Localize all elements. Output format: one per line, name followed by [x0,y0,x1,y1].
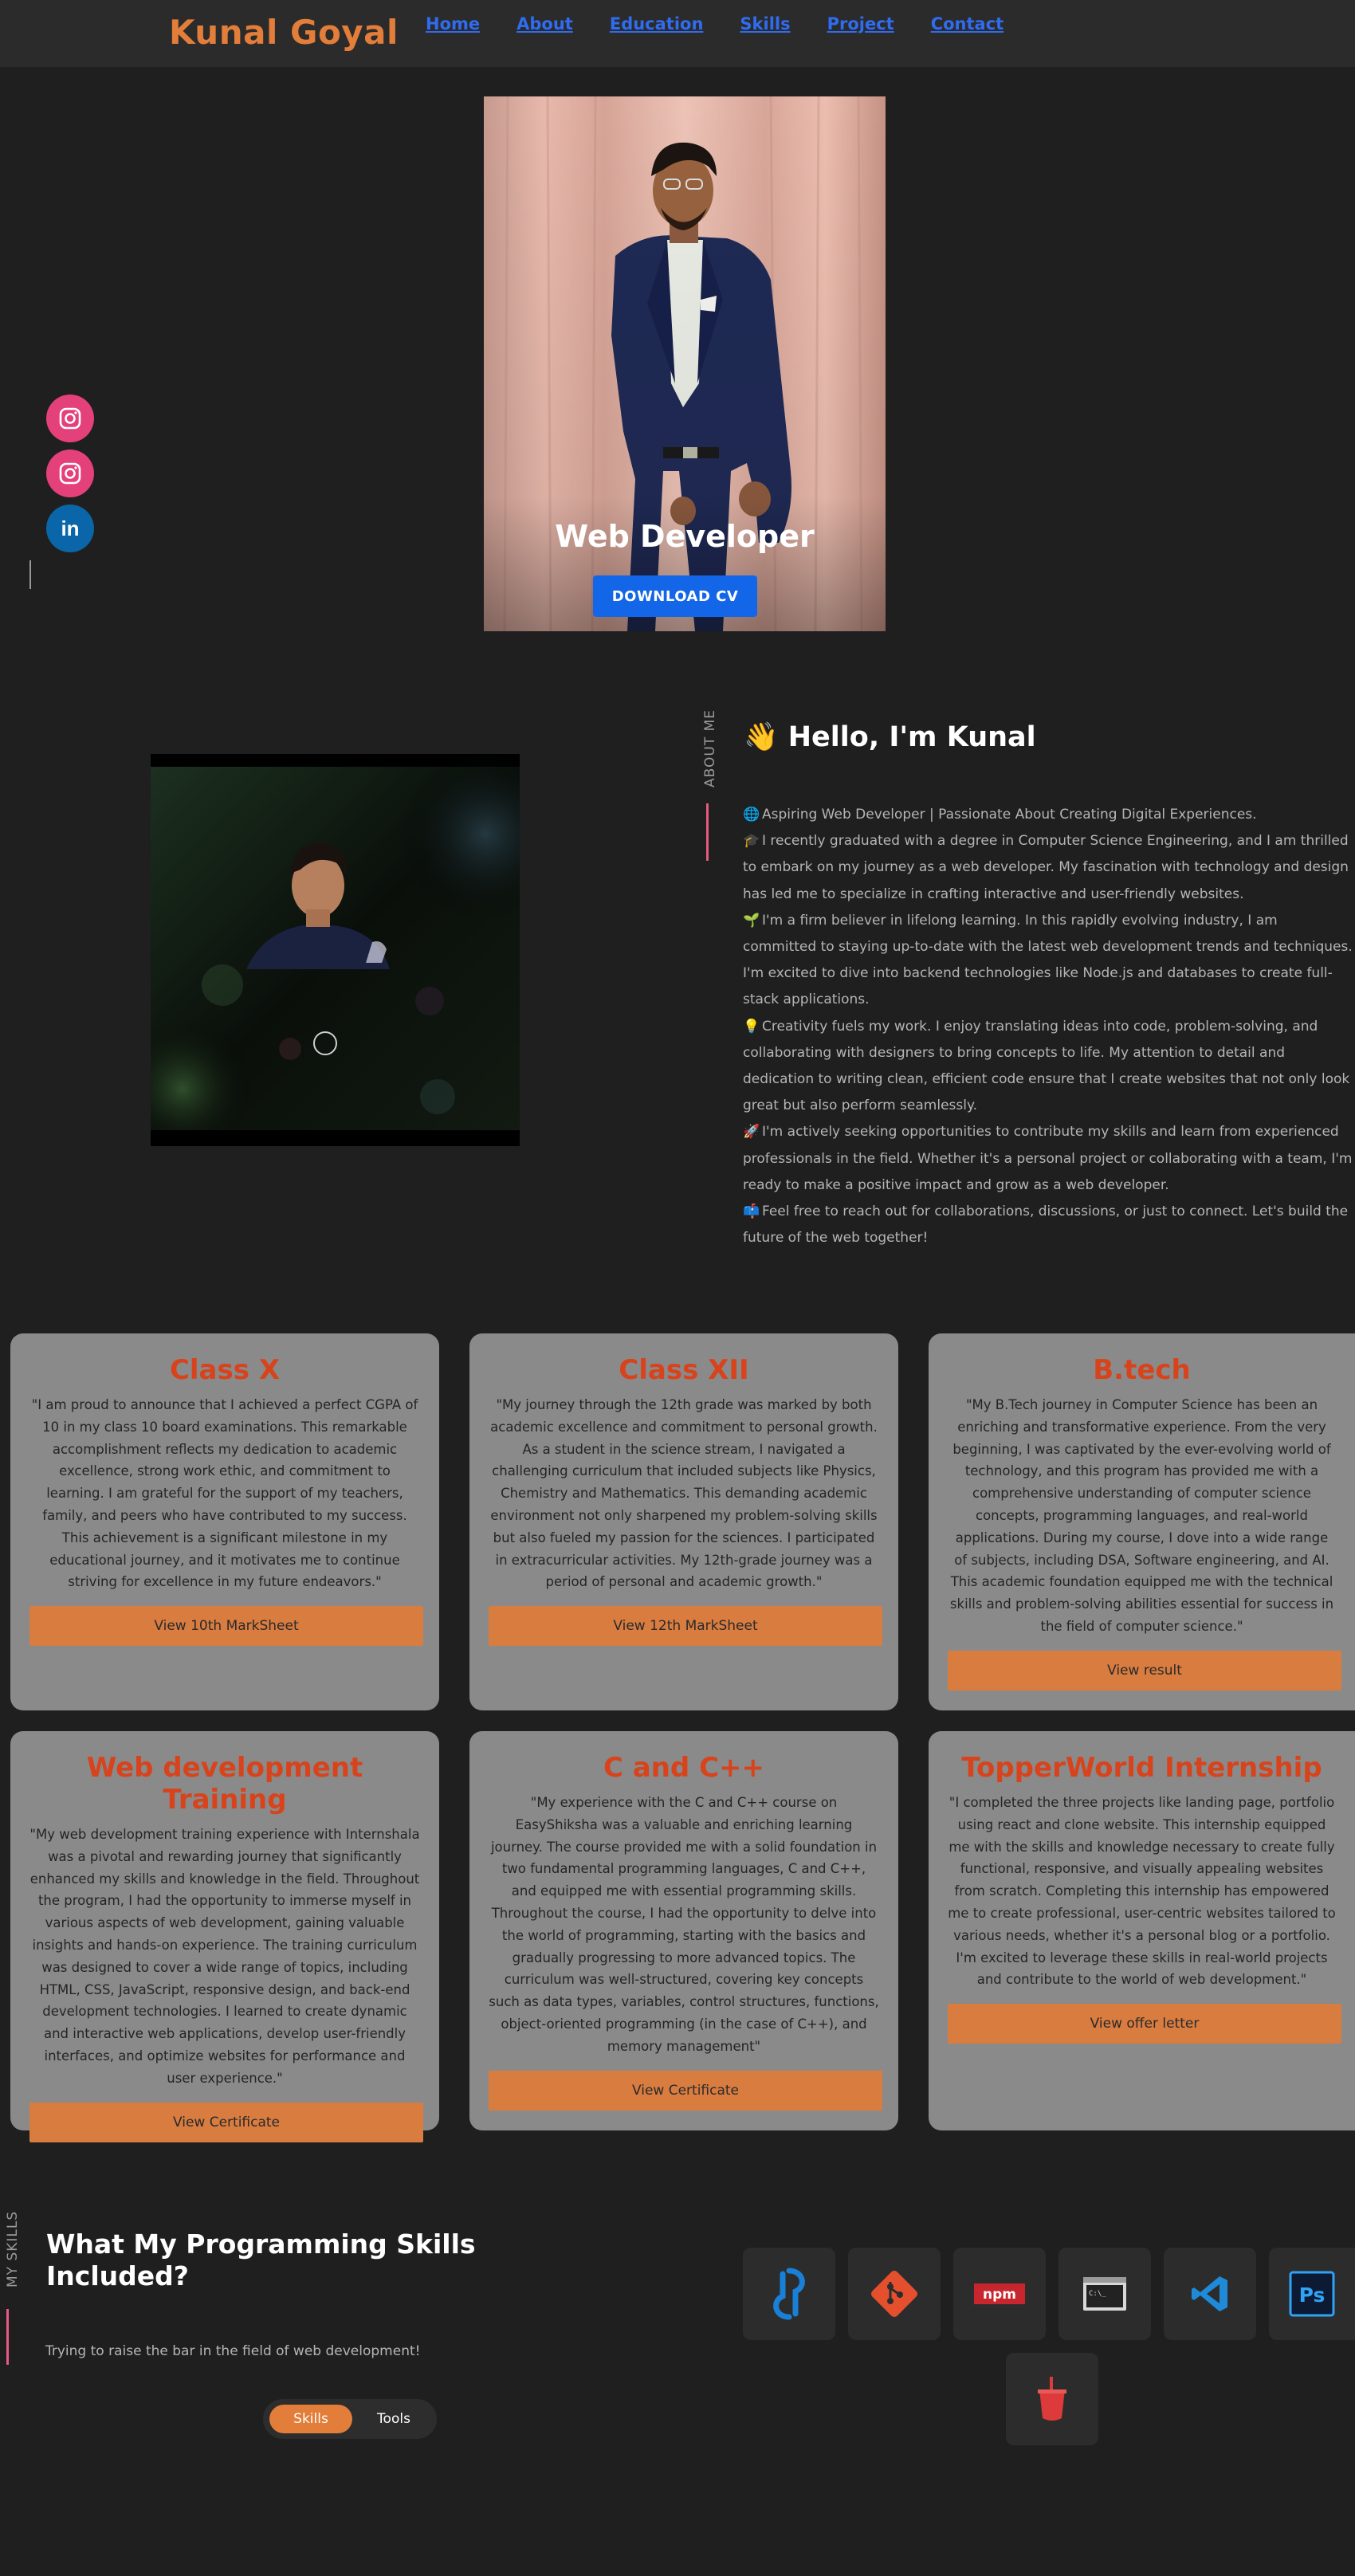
graduation-cap-icon: 🎓 [743,833,760,850]
download-cv-button[interactable]: DOWNLOAD CV [593,575,757,617]
lightbulb-icon: 💡 [743,1018,760,1035]
vscode-icon [1164,2248,1256,2340]
about-photo [151,754,520,1146]
nav-links: Home About Education Skills Project Cont… [426,14,1003,33]
card-text: "My journey through the 12th grade was m… [490,1397,878,1590]
npm-icon: npm [953,2248,1046,2340]
nav-about[interactable]: About [516,14,573,33]
sourcetree-icon [743,2248,835,2340]
education-card: Class XII "My journey through the 12th g… [469,1333,898,1710]
view-offer-letter-button[interactable]: View offer letter [948,2004,1341,2044]
social-divider [29,560,31,589]
gulp-icon [1006,2353,1098,2445]
skills-subtitle: Trying to raise the bar in the field of … [45,2343,421,2359]
about-side-label: ABOUT ME [702,709,718,787]
view-certificate-button[interactable]: View Certificate [29,2102,423,2142]
brand-logo[interactable]: Kunal Goyal [169,13,399,52]
git-icon [848,2248,941,2340]
view-result-button[interactable]: View result [948,1650,1341,1690]
navbar: Kunal Goyal Home About Education Skills … [0,0,1355,67]
skills-tools-toggle: Skills Tools [263,2399,437,2439]
instagram-icon[interactable] [46,395,94,442]
card-title: Class X [169,1354,281,1386]
about-paragraph: 💡 Creativity fuels my work. I enjoy trans… [743,1014,1355,1120]
skills-title: What My Programming Skills Included? [46,2228,476,2291]
nav-home[interactable]: Home [426,14,480,33]
svg-text:Ps: Ps [1299,2283,1326,2307]
photoshop-icon: Ps [1269,2248,1355,2340]
card-text: "I completed the three projects like lan… [948,1795,1336,1988]
about-paragraph: 🌐 Aspiring Web Developer | Passionate Abo… [743,802,1355,828]
view-12th-marksheet-button[interactable]: View 12th MarkSheet [489,1606,882,1647]
card-title: C and C++ [603,1752,765,1784]
instagram-icon[interactable] [46,450,94,497]
skills-accent-bar [6,2309,9,2365]
about-paragraph: 🎓 I recently graduated with a degree in C… [743,828,1355,908]
mailbox-icon: 📫 [743,1204,760,1220]
about-greeting: 👋 Hello, I'm Kunal [744,721,1036,753]
card-title: Class XII [619,1354,749,1386]
card-title: TopperWorld Internship [961,1752,1322,1784]
view-10th-marksheet-button[interactable]: View 10th MarkSheet [29,1606,423,1647]
card-text: "My experience with the C and C++ course… [489,1795,879,2054]
skills-side-label: MY SKILLS [5,2210,21,2287]
terminal-icon: C:\_ [1058,2248,1151,2340]
linkedin-icon[interactable]: in [46,505,94,552]
card-title: Web development Training [86,1752,363,1816]
globe-icon: 🌐 [743,807,760,823]
rocket-icon: 🚀 [743,1124,760,1141]
education-card: B.tech "My B.Tech journey in Computer Sc… [929,1333,1355,1710]
education-card: TopperWorld Internship "I completed the … [929,1731,1355,2130]
hero-role: Web Developer [555,519,815,554]
card-text: "My web development training experience … [29,1827,420,2086]
about-text: 🌐 Aspiring Web Developer | Passionate Abo… [743,802,1355,1251]
tools-tab[interactable]: Tools [359,2405,429,2433]
card-title: B.tech [1093,1354,1191,1386]
nav-education[interactable]: Education [610,14,704,33]
svg-text:npm: npm [983,2287,1016,2303]
nav-project[interactable]: Project [827,14,894,33]
education-card: C and C++ "My experience with the C and … [469,1731,898,2130]
nav-contact[interactable]: Contact [931,14,1004,33]
hero-section: Web Developer DOWNLOAD CV [484,96,886,631]
card-text: "I am proud to announce that I achieved … [31,1397,418,1590]
about-accent-bar [706,803,709,861]
nav-skills[interactable]: Skills [740,14,790,33]
seedling-icon: 🌱 [743,912,760,929]
about-paragraph: 📫 Feel free to reach out for collaboratio… [743,1199,1355,1251]
about-paragraph: 🚀 I'm actively seeking opportunities to c… [743,1119,1355,1199]
about-paragraph: 🌱 I'm a firm believer in lifelong learnin… [743,908,1355,1014]
skills-tab[interactable]: Skills [269,2405,352,2433]
education-card: Class X "I am proud to announce that I a… [10,1333,439,1710]
svg-text:C:\_: C:\_ [1089,2290,1106,2298]
view-certificate-button[interactable]: View Certificate [489,2070,882,2111]
card-text: "My B.Tech journey in Computer Science h… [949,1397,1334,1634]
education-card: Web development Training "My web develop… [10,1731,439,2142]
